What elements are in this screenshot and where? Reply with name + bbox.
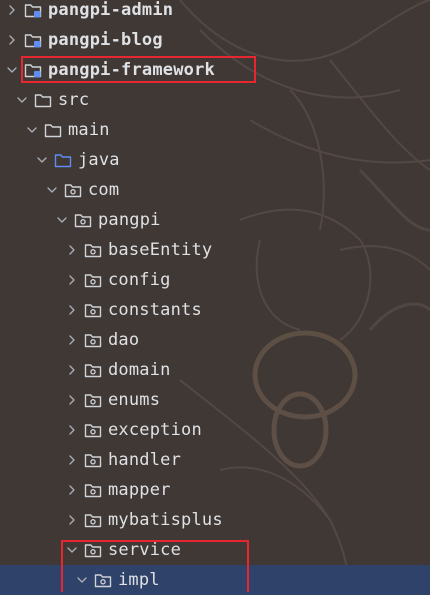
package-icon bbox=[93, 570, 113, 590]
tree-item-label: service bbox=[108, 540, 182, 560]
tree-item-label: pangpi-blog bbox=[48, 30, 163, 50]
package-icon bbox=[83, 420, 103, 440]
chevron-right-icon[interactable] bbox=[65, 385, 79, 415]
tree-item-label: java bbox=[78, 150, 120, 170]
tree-item-java[interactable]: java bbox=[0, 145, 430, 175]
tree-item-label: src bbox=[58, 90, 90, 110]
tree-item-label: domain bbox=[108, 360, 171, 380]
tree-item-label: config bbox=[108, 270, 171, 290]
tree-item-label: mapper bbox=[108, 480, 171, 500]
tree-item-label: pangpi bbox=[98, 210, 161, 230]
tree-item-pangpi-framework[interactable]: pangpi-framework bbox=[0, 55, 430, 85]
module-folder-icon bbox=[23, 0, 43, 20]
tree-item-mapper[interactable]: mapper bbox=[0, 475, 430, 505]
tree-item-label: com bbox=[88, 180, 120, 200]
chevron-down-icon[interactable] bbox=[65, 535, 79, 565]
chevron-right-icon[interactable] bbox=[5, 0, 19, 25]
package-icon bbox=[83, 390, 103, 410]
tree-item-label: main bbox=[68, 120, 110, 140]
tree-item-service[interactable]: service bbox=[0, 535, 430, 565]
tree-item-label: handler bbox=[108, 450, 182, 470]
tree-item-label: enums bbox=[108, 390, 161, 410]
folder-icon bbox=[33, 90, 53, 110]
folder-icon bbox=[43, 120, 63, 140]
source-root-folder-icon bbox=[53, 150, 73, 170]
tree-item-label: exception bbox=[108, 420, 202, 440]
tree-item-enums[interactable]: enums bbox=[0, 385, 430, 415]
tree-item-pangpi[interactable]: pangpi bbox=[0, 205, 430, 235]
chevron-down-icon[interactable] bbox=[55, 205, 69, 235]
tree-item-mybatisplus[interactable]: mybatisplus bbox=[0, 505, 430, 535]
tree-item-constants[interactable]: constants bbox=[0, 295, 430, 325]
tree-item-config[interactable]: config bbox=[0, 265, 430, 295]
tree-item-pangpi-blog[interactable]: pangpi-blog bbox=[0, 25, 430, 55]
chevron-right-icon[interactable] bbox=[65, 415, 79, 445]
module-folder-icon bbox=[23, 60, 43, 80]
tree-item-pangpi-admin[interactable]: pangpi-admin bbox=[0, 0, 430, 25]
package-icon bbox=[83, 330, 103, 350]
package-icon bbox=[83, 540, 103, 560]
chevron-down-icon[interactable] bbox=[45, 175, 59, 205]
tree-item-domain[interactable]: domain bbox=[0, 355, 430, 385]
chevron-right-icon[interactable] bbox=[65, 265, 79, 295]
tree-item-label: constants bbox=[108, 300, 202, 320]
package-icon bbox=[73, 210, 93, 230]
chevron-right-icon[interactable] bbox=[65, 295, 79, 325]
tree-item-label: baseEntity bbox=[108, 240, 213, 260]
chevron-right-icon[interactable] bbox=[65, 475, 79, 505]
chevron-down-icon[interactable] bbox=[25, 115, 39, 145]
tree-item-exception[interactable]: exception bbox=[0, 415, 430, 445]
package-icon bbox=[83, 510, 103, 530]
tree-item-label: dao bbox=[108, 330, 140, 350]
chevron-down-icon[interactable] bbox=[35, 145, 49, 175]
package-icon bbox=[83, 450, 103, 470]
tree-item-impl[interactable]: impl bbox=[0, 565, 430, 595]
tree-item-label: pangpi-framework bbox=[48, 60, 215, 80]
package-icon bbox=[83, 300, 103, 320]
package-icon bbox=[63, 180, 83, 200]
tree-item-dao[interactable]: dao bbox=[0, 325, 430, 355]
tree-item-baseentity[interactable]: baseEntity bbox=[0, 235, 430, 265]
tree-item-label: mybatisplus bbox=[108, 510, 223, 530]
tree-item-com[interactable]: com bbox=[0, 175, 430, 205]
package-icon bbox=[83, 270, 103, 290]
chevron-down-icon[interactable] bbox=[5, 55, 19, 85]
tree-item-main[interactable]: main bbox=[0, 115, 430, 145]
chevron-down-icon[interactable] bbox=[75, 565, 89, 595]
chevron-right-icon[interactable] bbox=[5, 25, 19, 55]
tree-item-src[interactable]: src bbox=[0, 85, 430, 115]
package-icon bbox=[83, 480, 103, 500]
tree-item-label: pangpi-admin bbox=[48, 0, 174, 20]
chevron-right-icon[interactable] bbox=[65, 235, 79, 265]
tree-item-handler[interactable]: handler bbox=[0, 445, 430, 475]
chevron-right-icon[interactable] bbox=[65, 355, 79, 385]
chevron-right-icon[interactable] bbox=[65, 445, 79, 475]
chevron-right-icon[interactable] bbox=[65, 505, 79, 535]
chevron-right-icon[interactable] bbox=[65, 325, 79, 355]
package-icon bbox=[83, 240, 103, 260]
chevron-down-icon[interactable] bbox=[15, 85, 29, 115]
tree-item-label: impl bbox=[118, 570, 160, 590]
module-folder-icon bbox=[23, 30, 43, 50]
package-icon bbox=[83, 360, 103, 380]
